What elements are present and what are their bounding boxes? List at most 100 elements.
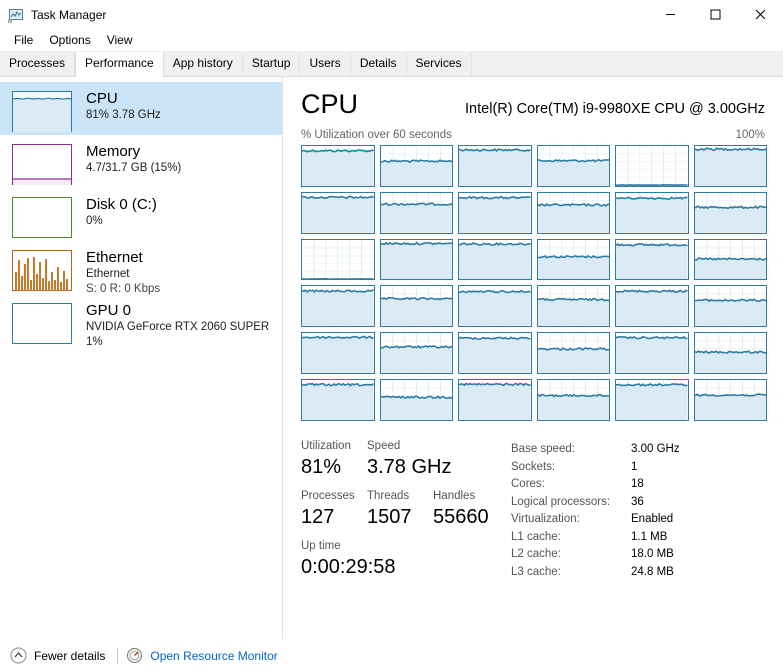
gpu-thumb-icon — [12, 303, 72, 344]
fewer-details-button[interactable]: Fewer details — [10, 647, 105, 664]
cpu-core-graph[interactable] — [615, 191, 689, 234]
maximize-icon — [710, 9, 721, 20]
cpu-core-graph[interactable] — [536, 191, 610, 234]
cpu-detail-panel: CPU Intel(R) Core(TM) i9-9980XE CPU @ 3.… — [283, 77, 783, 639]
cpu-core-graph[interactable] — [301, 145, 375, 187]
tab-app-history[interactable]: App history — [163, 52, 243, 76]
fewer-details-label: Fewer details — [34, 648, 106, 663]
stat-processes-value: 127 — [301, 506, 335, 528]
close-icon — [755, 9, 766, 20]
sidebar-item-gpu-sub1: NVIDIA GeForce RTX 2060 SUPER — [86, 321, 270, 333]
cpu-core-graph[interactable] — [301, 238, 375, 281]
cpu-core-graph[interactable] — [379, 285, 453, 328]
cpu-core-graph[interactable] — [536, 238, 610, 281]
disk-thumb-icon — [12, 197, 72, 238]
spec-row: Sockets: 1 — [511, 459, 769, 477]
cpu-core-graph[interactable] — [693, 332, 767, 375]
cpu-core-graph[interactable] — [458, 145, 532, 187]
cpu-core-graph[interactable] — [693, 191, 767, 234]
menu-item-view[interactable]: View — [99, 31, 141, 49]
title-bar: Task Manager — [0, 0, 783, 29]
stat-processes: Processes 127 — [301, 489, 367, 530]
cpu-stats: Utilization 81% Speed 3.78 GHz Processes… — [301, 439, 769, 589]
tab-startup[interactable]: Startup — [242, 52, 301, 76]
cpu-core-graph[interactable] — [536, 332, 610, 375]
spec-row: L3 cache: 24.8 MB — [511, 564, 769, 582]
cpu-core-graph[interactable] — [458, 332, 532, 375]
sidebar-item-memory-title: Memory — [86, 143, 141, 160]
tab-details[interactable]: Details — [350, 52, 407, 76]
tab-strip: Processes Performance App history Startu… — [0, 51, 783, 77]
sidebar-item-disk-sub: 0% — [86, 215, 103, 227]
spec-name: L3 cache: — [511, 565, 561, 578]
cpu-core-graph[interactable] — [301, 191, 375, 234]
tab-performance[interactable]: Performance — [75, 52, 164, 77]
cpu-core-graph[interactable] — [536, 145, 610, 187]
stat-uptime-value: 0:00:29:58 — [301, 556, 396, 578]
sidebar-item-memory[interactable]: Memory 4.7/31.7 GB (15%) — [0, 135, 282, 188]
open-resource-monitor-label: Open Resource Monitor — [150, 648, 278, 663]
cpu-core-graph[interactable] — [301, 379, 375, 421]
cpu-core-graph[interactable] — [615, 238, 689, 281]
task-manager-icon — [8, 7, 24, 23]
sidebar-item-gpu[interactable]: GPU 0 NVIDIA GeForce RTX 2060 SUPER 1% — [0, 294, 282, 348]
close-button[interactable] — [738, 0, 783, 29]
spec-value: 24.8 MB — [631, 565, 674, 578]
cpu-core-graph[interactable] — [536, 379, 610, 421]
cpu-core-graph[interactable] — [615, 285, 689, 328]
cpu-core-graph[interactable] — [693, 145, 767, 187]
open-resource-monitor-link[interactable]: Open Resource Monitor — [126, 647, 278, 664]
sidebar-item-gpu-title: GPU 0 — [86, 302, 132, 319]
spec-row: Logical processors: 36 — [511, 494, 769, 512]
ethernet-thumb-icon — [12, 250, 72, 291]
cpu-core-graph[interactable] — [458, 379, 532, 421]
spec-value: 18.0 MB — [631, 548, 674, 560]
cpu-core-graph[interactable] — [379, 332, 453, 375]
stat-uptime-label: Up time — [301, 540, 341, 552]
logical-processor-grid[interactable] — [301, 145, 767, 421]
stat-speed: Speed 3.78 GHz — [367, 439, 452, 480]
stat-uptime: Up time 0:00:29:58 — [301, 539, 396, 580]
tab-processes[interactable]: Processes — [0, 52, 76, 76]
cpu-core-graph[interactable] — [458, 191, 532, 234]
tab-services[interactable]: Services — [406, 52, 472, 76]
cpu-core-graph[interactable] — [379, 145, 453, 187]
status-separator — [117, 647, 119, 664]
cpu-core-graph[interactable] — [615, 332, 689, 375]
maximize-button[interactable] — [693, 0, 738, 29]
cpu-core-graph[interactable] — [615, 145, 689, 187]
cpu-core-graph[interactable] — [693, 238, 767, 281]
tab-users[interactable]: Users — [300, 52, 351, 76]
menu-item-file[interactable]: File — [6, 31, 41, 49]
cpu-core-graph[interactable] — [693, 379, 767, 421]
cpu-core-graph[interactable] — [615, 379, 689, 421]
sidebar-item-disk[interactable]: Disk 0 (C:) 0% — [0, 188, 282, 241]
sidebar-item-ethernet[interactable]: Ethernet Ethernet S: 0 R: 0 Kbps — [0, 241, 282, 295]
minimize-button[interactable] — [648, 0, 693, 29]
cpu-core-graph[interactable] — [379, 238, 453, 281]
sidebar-item-cpu[interactable]: CPU 81% 3.78 GHz — [0, 82, 282, 135]
stat-processes-label: Processes — [301, 490, 355, 502]
cpu-core-graph[interactable] — [458, 285, 532, 328]
cpu-core-graph[interactable] — [693, 285, 767, 328]
chevron-up-icon — [10, 647, 27, 664]
stat-threads-label: Threads — [367, 490, 410, 502]
cpu-core-graph[interactable] — [536, 285, 610, 328]
stat-handles-value: 55660 — [433, 506, 489, 528]
stat-utilization: Utilization 81% — [301, 439, 367, 480]
resource-sidebar: CPU 81% 3.78 GHz Memory 4.7/31.7 GB (15%… — [0, 77, 283, 639]
spec-row: L1 cache: 1.1 MB — [511, 529, 769, 547]
content-area: CPU 81% 3.78 GHz Memory 4.7/31.7 GB (15%… — [0, 77, 783, 639]
cpu-core-graph[interactable] — [301, 332, 375, 375]
spec-value: 1 — [631, 460, 638, 473]
resource-monitor-icon — [127, 648, 143, 663]
cpu-core-graph[interactable] — [301, 285, 375, 328]
menu-item-options[interactable]: Options — [41, 31, 98, 49]
stat-speed-value: 3.78 GHz — [367, 456, 452, 478]
sidebar-item-gpu-sub2: 1% — [86, 336, 103, 348]
cpu-core-graph[interactable] — [379, 191, 453, 234]
cpu-core-graph[interactable] — [379, 379, 453, 421]
cpu-core-graph[interactable] — [458, 238, 532, 281]
spec-name: Logical processors: — [511, 495, 611, 508]
window-controls — [648, 0, 783, 29]
